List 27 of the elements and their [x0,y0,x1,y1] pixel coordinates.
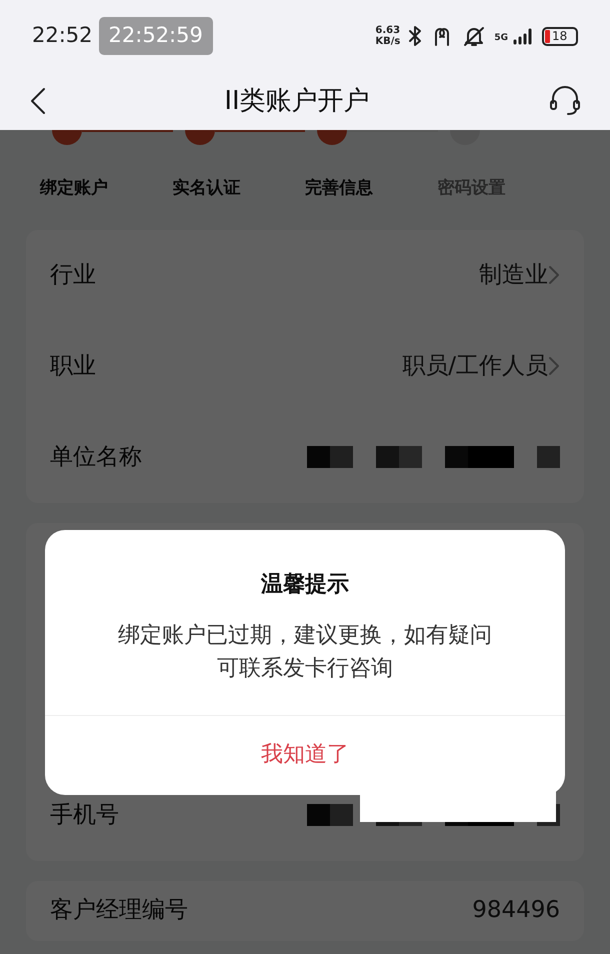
select-value[interactable]: 职员/工作人员 [402,348,560,384]
dialog-title: 温馨提示 [260,571,350,599]
page-title: II类账户开户 [224,84,370,118]
select-value[interactable]: 制造业 [479,258,560,292]
field-label: 客户经理编号 [50,896,188,926]
confirm-button[interactable]: 我知道了 [45,715,565,795]
headset-icon[interactable] [548,85,582,117]
field-label: 职业 [50,352,96,381]
chevron-icon [548,265,560,285]
network-speed: 6.63 KB/s [375,25,400,47]
chevron-icon [548,356,560,376]
step-label: 实名认证 [172,177,240,200]
step-label: 完善信息 [305,177,373,200]
field-label: 行业 [50,260,96,290]
bluetooth-icon [408,25,422,47]
back-button[interactable] [30,87,46,115]
field-label: 手机号 [50,800,119,830]
signal-icon [512,27,534,45]
muted-bell-icon [462,25,486,47]
status-time: 22:52 [32,22,93,50]
network-label: 5G [494,32,508,44]
battery-icon: 18 [542,26,578,46]
step-label: 绑定账户 [40,177,108,200]
field-value: 984496 [472,896,560,926]
clock-overlay: 22:52:59 [98,17,213,55]
dialog-message: 绑定账户已过期，建议更换，如有疑问可联系发卡行咨询 [117,622,493,683]
field-label: 单位名称 [50,442,142,472]
